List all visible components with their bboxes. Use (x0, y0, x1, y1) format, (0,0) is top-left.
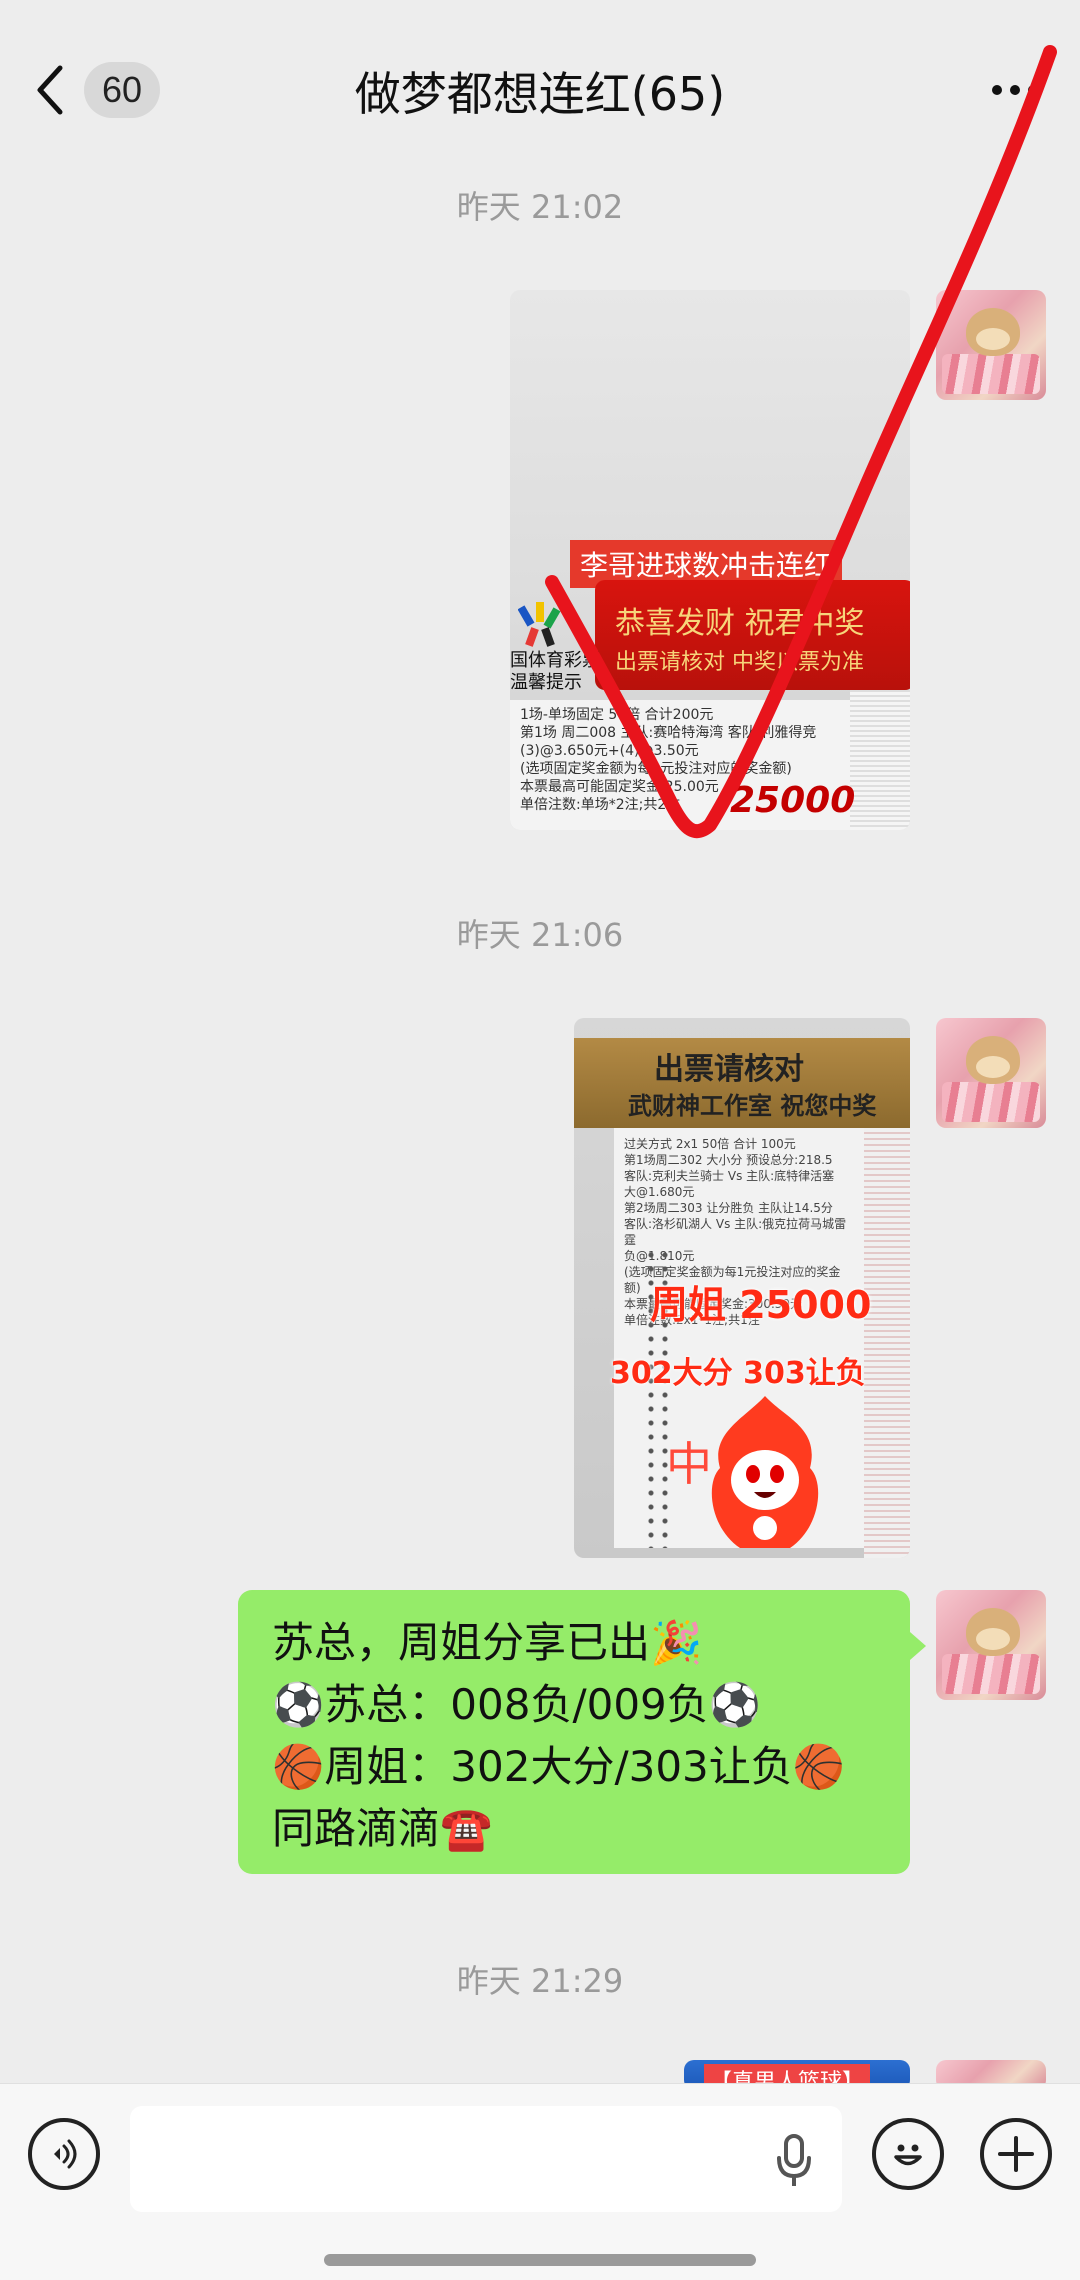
home-indicator[interactable] (324, 2254, 756, 2266)
emoji-button[interactable] (872, 2118, 944, 2190)
message-timestamp: 昨天 21:29 (456, 1962, 624, 2000)
message-line: 同路滴滴☎️ (272, 1804, 493, 1853)
message-line: 苏总，周姐分享已出🎉 (272, 1618, 703, 1667)
message-line: ⚽苏总：008负/009负⚽ (272, 1680, 762, 1729)
unread-count-badge: 60 (84, 62, 161, 118)
avatar-notes (942, 1082, 1040, 1122)
ticket-line: 第1场 周二008 主队:赛哈特海湾 客队:利雅得竞 (520, 725, 817, 741)
avatar-bear-face (976, 1056, 1010, 1078)
lottery-tag: 国体育彩票 温馨提示 (510, 650, 600, 694)
ticket-line: 第1场周二302 大小分 预设总分:218.5 (624, 1153, 833, 1167)
chat-title: 做梦都想连红(65) (354, 67, 726, 121)
message-timestamp: 昨天 21:02 (456, 188, 624, 226)
more-dot (1028, 85, 1038, 95)
ticket-line: 第2场周二303 让分胜负 主队让14.5分 (624, 1201, 833, 1215)
plus-button[interactable] (980, 2118, 1052, 2190)
input-bar (0, 2083, 1080, 2280)
avatar[interactable] (936, 1590, 1046, 1700)
sign-line2: 武财神工作室 祝您中奖 (628, 1092, 877, 1120)
avatar-bear-face (976, 1628, 1010, 1650)
flame-mascot-icon (711, 1396, 819, 1548)
voice-button[interactable] (28, 2118, 100, 2190)
microphone-icon (777, 2134, 811, 2186)
ticket-line: (3)@3.650元+(4)@3.50元 (520, 743, 699, 759)
ticket-line: 过关方式 2x1 50倍 合计 100元 (624, 1137, 796, 1151)
plus-icon (998, 2136, 1034, 2172)
overlay-subline: 302大分 303让负 (610, 1356, 866, 1391)
gold-sign: 出票请核对 武财神工作室 祝您中奖 (574, 1038, 910, 1128)
ticket-stack (850, 690, 910, 830)
ticket-line: 1场-单场固定 50倍 合计200元 (520, 707, 714, 723)
avatar-notes (942, 1654, 1040, 1694)
plate-line2: 出票请核对 中奖以票为准 (615, 650, 864, 675)
plate-line1: 恭喜发财 祝君中奖 (615, 606, 865, 641)
ticket-line: 客队:克利夫兰骑士 Vs 主队:底特律活塞 (624, 1169, 835, 1183)
ticket-stack (864, 1128, 910, 1558)
image-message[interactable]: 李哥进球数冲击连红 恭喜发财 祝君中奖 出票请核对 中奖以票为准 国体育彩票 温… (510, 290, 910, 830)
text-message-bubble[interactable]: 苏总，周姐分享已出🎉 ⚽苏总：008负/009负⚽ 🏀周姐：302大分/303让… (238, 1590, 926, 1874)
ticket-line: 客队:洛杉矶湖人 Vs 主队:俄克拉荷马城雷霆 (624, 1217, 847, 1247)
red-plate: 恭喜发财 祝君中奖 出票请核对 中奖以票为准 (595, 580, 910, 690)
more-dots-icon (992, 85, 1002, 95)
chat-header: 60 做梦都想连红(65) (0, 0, 1080, 180)
voice-icon (54, 2139, 77, 2169)
more-dot (1010, 85, 1020, 95)
tag-line: 国体育彩票 (510, 650, 600, 671)
overlay-headline: 周姐 25000 (650, 1283, 872, 1327)
avatar-bear-face (976, 328, 1010, 350)
sign-line1: 出票请核对 (654, 1052, 804, 1087)
lottery-logo-icon (518, 602, 561, 647)
chevron-left-icon (37, 65, 63, 115)
ticket-line: (选项固定奖金额为每1元投注对应的奖金额) (520, 761, 792, 777)
image-message[interactable]: 出票请核对 武财神工作室 祝您中奖 过关方式 2x1 50倍 合计 100元 第… (574, 1018, 910, 1558)
chat-screen: 60 做梦都想连红(65) 昨天 21:02 李哥进球数冲击连红 恭喜发财 祝君… (0, 0, 1080, 2280)
message-timestamp: 昨天 21:06 (456, 916, 624, 954)
back-button[interactable]: 60 (30, 55, 190, 125)
ticket-amount: 25000 (730, 780, 856, 821)
avatar-notes (942, 354, 1040, 394)
avatar[interactable] (936, 290, 1046, 400)
emoji-icon (894, 2144, 922, 2166)
avatar[interactable] (936, 1018, 1046, 1128)
ticket-line: 大@1.680元 (624, 1185, 695, 1199)
message-line: 🏀周姐：302大分/303让负🏀 (272, 1742, 846, 1791)
message-input[interactable] (130, 2106, 842, 2212)
microphone-button[interactable] (766, 2130, 822, 2190)
more-button[interactable] (980, 60, 1050, 120)
tag-line: 温馨提示 (510, 672, 582, 693)
